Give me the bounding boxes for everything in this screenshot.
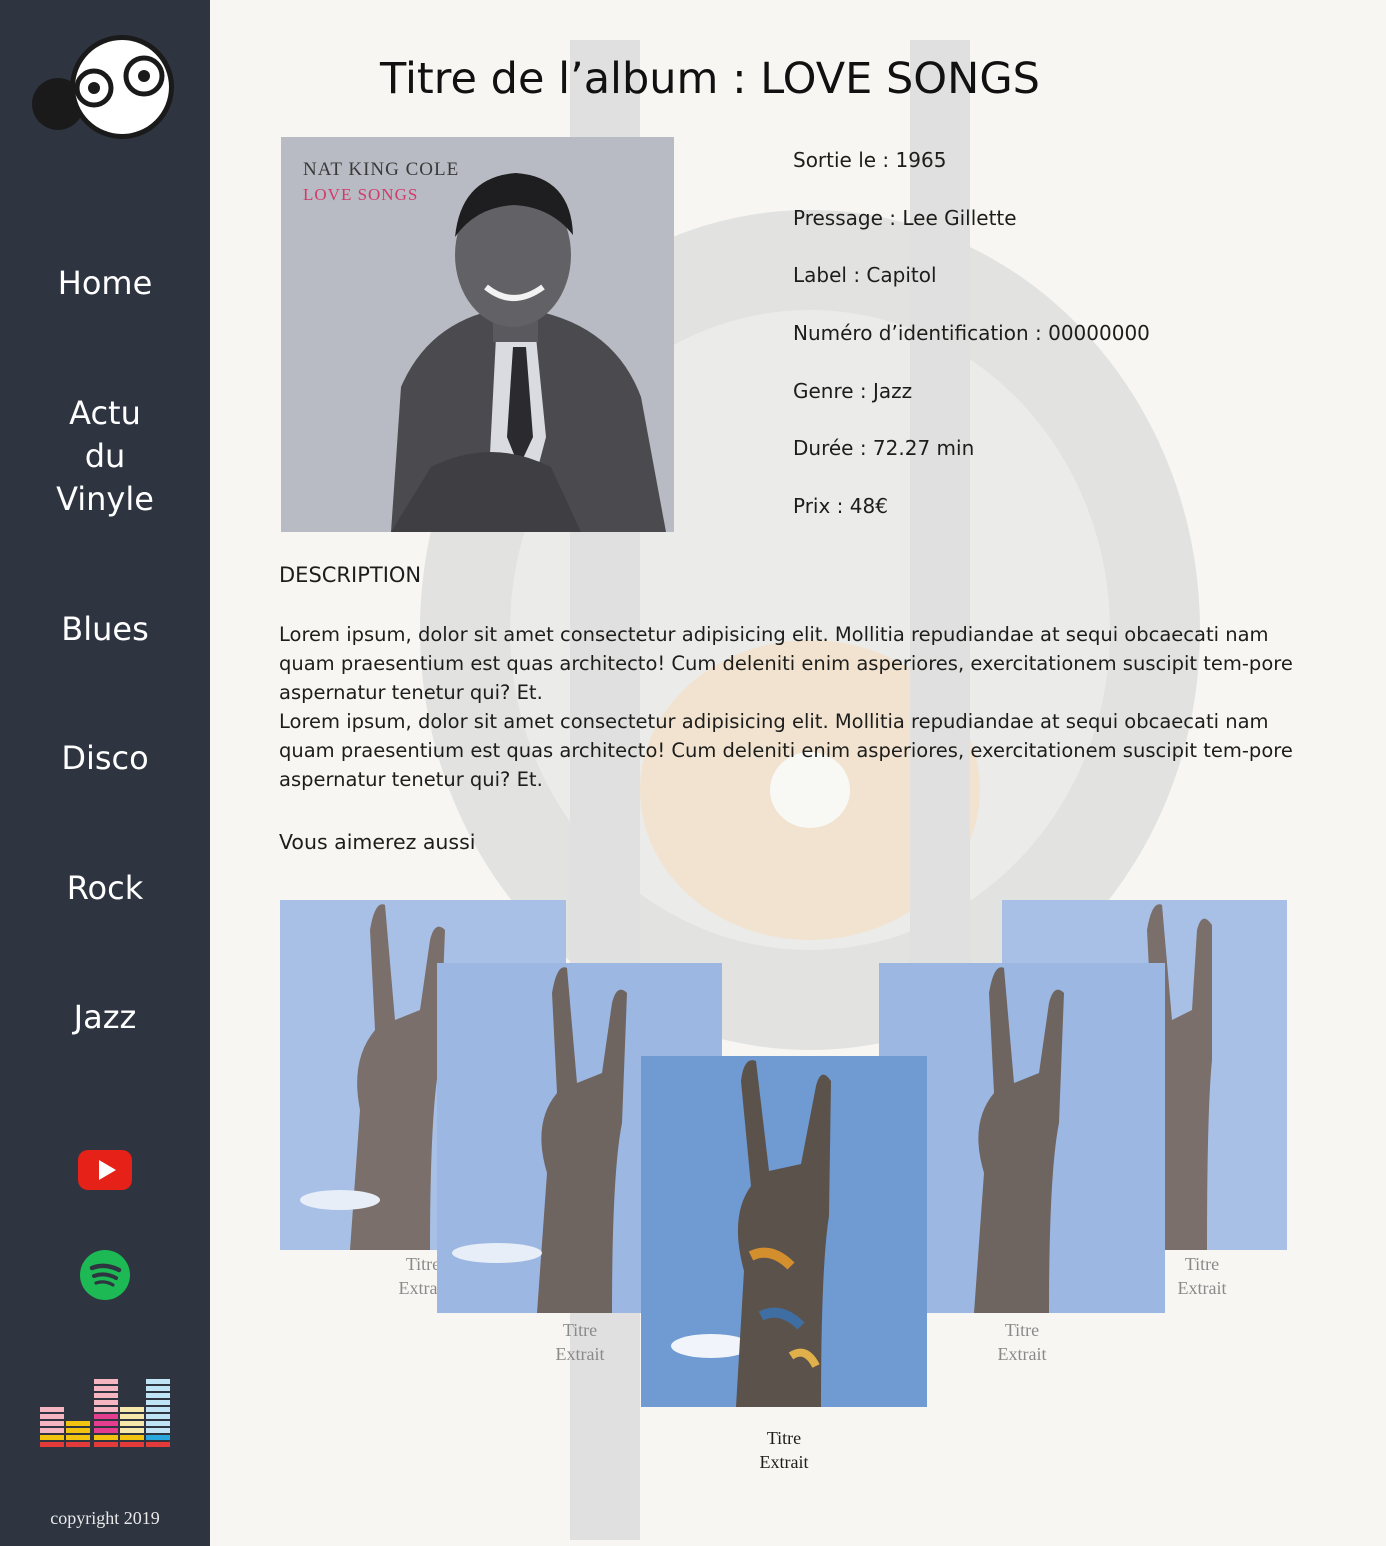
nav-actu-du-vinyle[interactable]: Actu du Vinyle: [0, 392, 210, 521]
card-subtitle: Extrait: [1177, 1278, 1227, 1298]
card-title: Titre: [766, 1428, 802, 1448]
description-heading: DESCRIPTION: [279, 563, 422, 587]
info-release-date: Sortie le : 1965: [793, 148, 947, 172]
copyright: copyright 2019: [50, 1508, 160, 1528]
nav-jazz[interactable]: Jazz: [0, 996, 210, 1039]
description-body: Lorem ipsum, dolor sit amet consectetur …: [279, 620, 1299, 794]
site-logo[interactable]: [30, 32, 180, 142]
card-image: [641, 1056, 927, 1407]
nav-home[interactable]: Home: [0, 262, 210, 305]
card-subtitle: Extrait: [759, 1452, 809, 1472]
nav-disco[interactable]: Disco: [0, 737, 210, 780]
card-subtitle: Extrait: [997, 1344, 1047, 1364]
card-title: Titre: [1004, 1320, 1040, 1340]
deezer-icon[interactable]: [40, 1378, 172, 1448]
info-genre: Genre : Jazz: [793, 378, 913, 403]
info-duration: Durée : 72.27 min: [793, 436, 975, 461]
card-title: Titre: [562, 1320, 598, 1340]
nav-rock[interactable]: Rock: [0, 867, 210, 910]
info-identification-number: Numéro d’identification : 00000000: [793, 321, 1150, 346]
recommendations-heading: Vous aimerez aussi: [279, 830, 476, 854]
sidebar: Home Actu du Vinyle Blues Disco Rock Jaz…: [0, 0, 210, 1546]
card-subtitle: Extrait: [555, 1344, 605, 1364]
info-price: Prix : 48€: [793, 494, 888, 519]
description-paragraph: Lorem ipsum, dolor sit amet consectetur …: [279, 623, 1293, 704]
nav-blues[interactable]: Blues: [0, 608, 210, 651]
description-paragraph: Lorem ipsum, dolor sit amet consectetur …: [279, 710, 1293, 791]
spotify-icon[interactable]: [80, 1250, 130, 1300]
cover-title: LOVE SONGS: [303, 185, 419, 204]
cover-artist: NAT KING COLE: [303, 159, 460, 180]
recommendation-card-featured[interactable]: Titre Extrait: [641, 1056, 927, 1476]
youtube-icon[interactable]: [78, 1150, 132, 1190]
info-pressing: Pressage : Lee Gillette: [793, 205, 1017, 230]
card-title: Titre: [1184, 1254, 1220, 1274]
album-cover: NAT KING COLE LOVE SONGS: [281, 137, 674, 532]
album-title: Titre de l’album : LOVE SONGS: [380, 54, 1040, 104]
info-label: Label : Capitol: [793, 263, 937, 288]
album-info-list: Sortie le : 1965 Pressage : Lee Gillette…: [793, 146, 1150, 550]
